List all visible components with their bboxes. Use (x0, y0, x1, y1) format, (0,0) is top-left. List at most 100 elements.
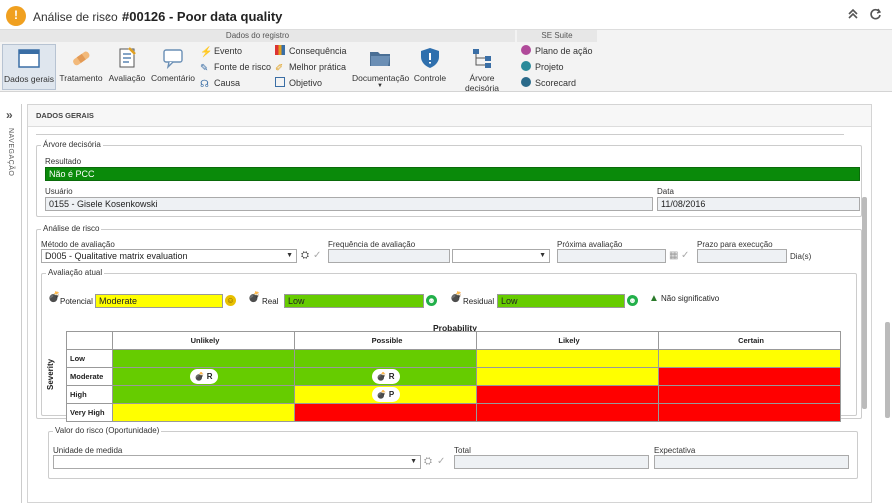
total-label: Total (454, 446, 471, 455)
section-title: DADOS GERAIS (28, 105, 871, 127)
matrix-column-header: Certain (658, 331, 841, 350)
usuario-field: 0155 - Gisele Kosenkowski (45, 197, 653, 211)
matrix-row-header: High (66, 385, 113, 404)
expectativa-field[interactable] (654, 455, 849, 469)
resultado-label: Resultado (45, 157, 82, 166)
matrix-cell (476, 403, 659, 422)
unidade-select[interactable]: ▼ (53, 455, 421, 469)
page-scrollbar[interactable] (862, 197, 867, 409)
valor-fieldset: Valor do risco (Oportunidade) Unidade de… (48, 426, 858, 479)
frequencia-label: Frequência de avaliação (328, 240, 416, 249)
ribbon-group-suite: SE Suite (517, 30, 597, 42)
nao-significativo-label: Não significativo (661, 294, 720, 303)
bandage-icon (73, 51, 90, 66)
frequencia-field[interactable] (328, 249, 450, 263)
potencial-field: Moderate (95, 294, 223, 308)
projeto-label: Projeto (535, 62, 564, 72)
data-field: 11/08/2016 (657, 197, 860, 211)
avaliacao-legend: Avaliação atual (46, 268, 105, 277)
scorecard-icon (521, 77, 531, 87)
arvore-decisoria-button[interactable]: Árvore decisória (452, 44, 512, 93)
matrix-cell (658, 385, 841, 404)
dropdown-caret-icon: ▼ (377, 83, 383, 89)
data-label: Data (657, 187, 674, 196)
tratamento-button[interactable]: Tratamento (58, 44, 104, 90)
lightning-icon: ⚡ (200, 47, 213, 58)
binoculars-icon[interactable]: ⛭ (301, 250, 309, 261)
happy-face-icon: ☻ (627, 295, 638, 306)
frequencia-select[interactable]: ▼ (452, 249, 550, 263)
arvore-decisoria-label: Árvore decisória (464, 73, 500, 93)
controle-button[interactable]: Controle (412, 44, 448, 90)
window-icon (18, 49, 40, 68)
total-field[interactable] (454, 455, 649, 469)
matrix-row-header: Very High (66, 403, 113, 422)
arvore-legend: Árvore decisória (41, 140, 103, 149)
neutral-face-icon: ☺ (225, 295, 236, 306)
side-navigation[interactable]: » NAVEGAÇÃO (0, 104, 22, 503)
arvore-fieldset: Árvore decisória Resultado Não é PCC Usu… (36, 140, 862, 217)
matrix-scrollbar[interactable] (885, 322, 890, 418)
dias-label: Dia(s) (790, 252, 812, 261)
main-content: DADOS GERAIS Árvore decisória Resultado … (27, 104, 890, 503)
decision-tree-icon (473, 49, 491, 68)
matrix-row-header: Low (66, 349, 113, 368)
fonte-risco-label: Fonte de risco (214, 62, 272, 72)
double-chevron-up-icon[interactable] (846, 8, 860, 22)
proxima-field[interactable] (557, 249, 666, 263)
unidade-label: Unidade de medida (53, 446, 123, 455)
matrix-row: Moderate 💣 R 💣 R (66, 367, 841, 386)
check-icon[interactable]: ✓ (681, 250, 689, 261)
prazo-label: Prazo para execução (697, 240, 773, 249)
prazo-field[interactable] (697, 249, 787, 263)
avaliacao-button[interactable]: Avaliação (106, 44, 148, 90)
plano-acao-button[interactable]: Plano de ação (521, 44, 593, 58)
matrix-cell (476, 385, 659, 404)
projeto-button[interactable]: Projeto (521, 60, 564, 74)
dados-gerais-label: Dados gerais (3, 74, 55, 84)
consequencia-button[interactable]: Consequência (275, 44, 347, 58)
metodo-select[interactable]: D005 - Qualitative matrix evaluation ▼ (41, 249, 297, 263)
matrix-row-header: Moderate (66, 367, 113, 386)
dados-gerais-button[interactable]: Dados gerais (2, 44, 56, 90)
warning-icon: ! (6, 6, 26, 26)
wrench-icon: ✎ (200, 63, 209, 74)
refresh-icon[interactable] (868, 8, 882, 22)
calendar-icon[interactable]: ▦ (669, 250, 678, 261)
evento-label: Evento (214, 46, 243, 56)
comentario-button[interactable]: Comentário (150, 44, 196, 90)
objetivo-button[interactable]: Objetivo (275, 76, 322, 90)
residual-label: Residual (463, 297, 495, 306)
happy-face-icon: ☻ (426, 295, 437, 306)
documentacao-button[interactable]: Documentação ▼ (352, 44, 409, 90)
causa-button[interactable]: ☊ Causa (200, 76, 240, 90)
breadcrumb[interactable]: Análise de risco (33, 10, 118, 24)
page-title: #00126 - Poor data quality (122, 9, 283, 24)
folder-icon (370, 52, 390, 66)
scorecard-button[interactable]: Scorecard (521, 76, 576, 90)
fonte-risco-button[interactable]: ✎ Fonte de risco (200, 60, 271, 74)
bomb-icon: 💣 (450, 292, 463, 303)
matrix-column-header: Unlikely (112, 331, 295, 350)
matrix-row: High 💣 P (66, 385, 841, 404)
melhor-pratica-button[interactable]: ✐ Melhor prática (275, 60, 346, 74)
expand-nav-icon[interactable]: » (6, 108, 13, 122)
risk-marker-chip: 💣 P (371, 387, 400, 402)
line-chart-icon (275, 77, 285, 87)
binoculars-icon[interactable]: ⛭ (424, 456, 432, 467)
risk-marker-chip: 💣 R (371, 369, 400, 384)
metodo-value: D005 - Qualitative matrix evaluation (45, 251, 188, 261)
checklist-icon (119, 47, 136, 68)
matrix-cell (294, 403, 477, 422)
proxima-label: Próxima avaliação (557, 240, 623, 249)
matrix-cell: 💣 P (294, 385, 477, 404)
comment-icon (163, 49, 183, 70)
real-label: Real (262, 297, 279, 306)
check-icon[interactable]: ✓ (437, 456, 445, 467)
check-icon[interactable]: ✓ (313, 250, 321, 261)
matrix-column-header: Likely (476, 331, 659, 350)
analise-legend: Análise de risco (41, 224, 102, 233)
evento-button[interactable]: ⚡ Evento (200, 44, 242, 58)
matrix-cell (658, 349, 841, 368)
tratamento-label: Tratamento (59, 73, 103, 83)
